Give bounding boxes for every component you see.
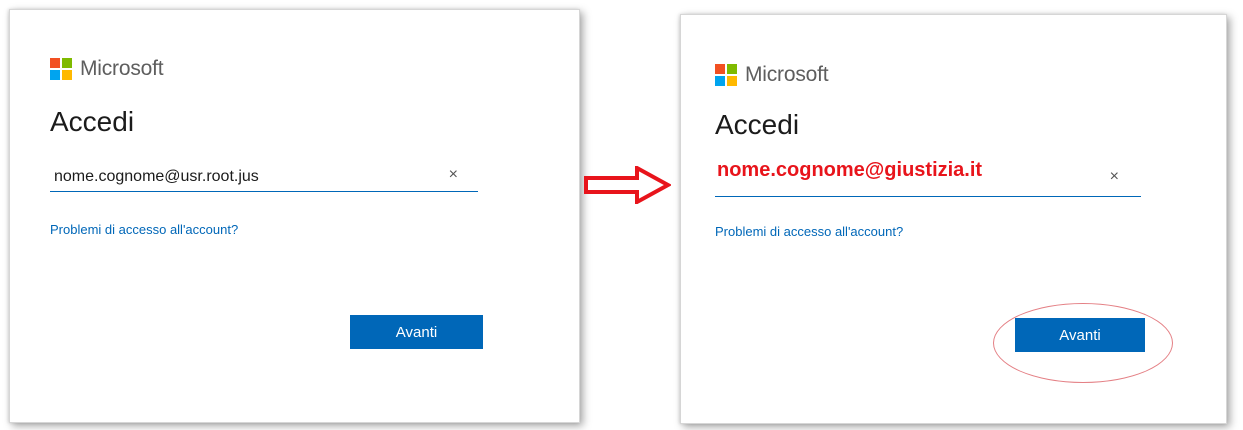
- email-field[interactable]: nome.cognome@giustizia.it ×: [715, 158, 1141, 197]
- email-field-value: nome.cognome@usr.root.jus: [54, 168, 259, 185]
- page-title: Accedi: [50, 106, 135, 137]
- signin-card-before: Microsoft Accedi nome.cognome@usr.root.j…: [9, 9, 580, 423]
- next-button[interactable]: Avanti: [350, 315, 483, 349]
- brand-name: Microsoft: [745, 63, 829, 86]
- microsoft-logo: Microsoft: [715, 63, 829, 87]
- close-icon[interactable]: ×: [449, 166, 458, 184]
- email-field[interactable]: nome.cognome@usr.root.jus ×: [50, 160, 478, 192]
- ellipse-highlight: [993, 303, 1173, 383]
- comparison-screenshot: Microsoft Accedi nome.cognome@usr.root.j…: [0, 0, 1243, 430]
- brand-name: Microsoft: [80, 57, 164, 80]
- microsoft-logo-icon: [50, 58, 72, 80]
- email-field-value: nome.cognome@giustizia.it: [717, 159, 983, 181]
- close-icon[interactable]: ×: [1110, 168, 1119, 186]
- account-problems-link[interactable]: Problemi di accesso all'account?: [50, 222, 238, 237]
- microsoft-logo: Microsoft: [50, 57, 164, 81]
- right-arrow-icon: [584, 166, 671, 204]
- microsoft-logo-icon: [715, 64, 737, 86]
- page-title: Accedi: [715, 109, 800, 140]
- account-problems-link[interactable]: Problemi di accesso all'account?: [715, 224, 903, 239]
